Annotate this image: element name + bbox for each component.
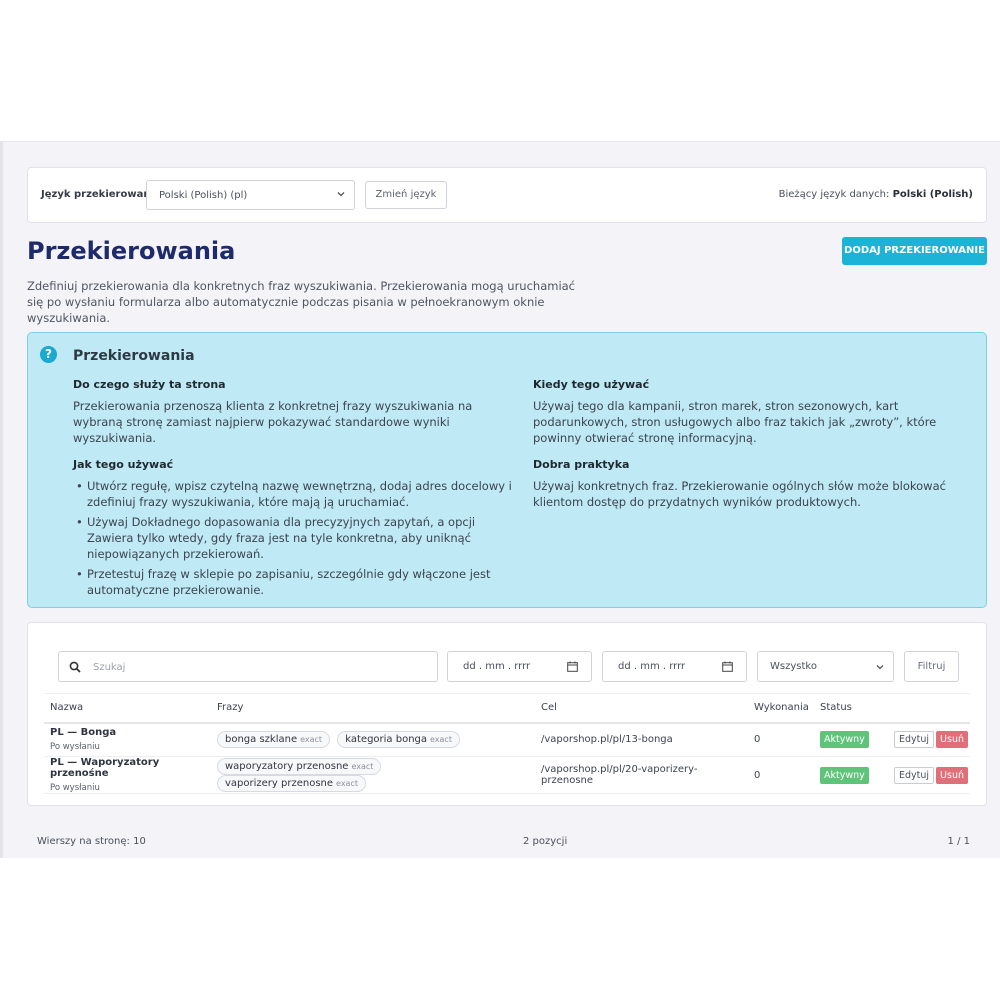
list-item: Używaj Dokładnego dopasowania dla precyz… bbox=[73, 514, 518, 562]
target-cell: /vaporshop.pl/pl/13-bonga bbox=[535, 722, 748, 757]
info-what-text: Przekierowania przenoszą klienta z konkr… bbox=[73, 399, 473, 445]
delete-button[interactable]: Usuń bbox=[936, 766, 968, 784]
column-header: Status bbox=[814, 693, 888, 724]
table-row: PL — Waporyzatory przenośne Po wysłaniu … bbox=[44, 756, 970, 794]
change-language-button[interactable]: Zmień język bbox=[365, 181, 447, 209]
phrases-cell: waporyzatory przenosne exact vaporizery p… bbox=[211, 756, 535, 794]
status-select-value: Wszystko bbox=[770, 661, 817, 672]
redirect-name: PL — Bonga bbox=[50, 727, 117, 739]
table-header-row: Nazwa Frazy Cel Wykonania Status bbox=[44, 693, 970, 724]
language-select-value: Polski (Polish) (pl) bbox=[159, 190, 248, 201]
date-to-value: dd . mm . rrrr bbox=[618, 661, 686, 672]
redirect-name: PL — Waporyzatory przenośne bbox=[50, 757, 160, 779]
executions-cell: 0 bbox=[748, 722, 814, 757]
current-language: Bieżący język danych: Polski (Polish) bbox=[779, 189, 973, 200]
date-from-value: dd . mm . rrrr bbox=[463, 661, 531, 672]
info-what: Do czego służy ta strona Przekierowania … bbox=[73, 377, 518, 446]
date-to-field[interactable]: dd . mm . rrrr bbox=[602, 651, 747, 682]
info-when: Kiedy tego używać Używaj tego dla kampan… bbox=[533, 377, 978, 446]
redirects-table-panel: dd . mm . rrrr dd . mm . rrrr Wszystko F… bbox=[27, 622, 987, 806]
page-intro: Zdefiniuj przekierowania dla konkretnych… bbox=[27, 279, 576, 325]
info-panel: ? Przekierowania Do czego służy ta stron… bbox=[27, 332, 987, 608]
info-when-text: Używaj tego dla kampanii, stron marek, s… bbox=[533, 399, 937, 445]
redirect-trigger: Po wysłaniu bbox=[50, 742, 100, 753]
page-title: Przekierowania bbox=[27, 237, 236, 265]
current-language-prefix: Bieżący język danych: bbox=[778, 189, 890, 200]
phrase-text: vaporizery przenosne bbox=[225, 778, 334, 789]
date-from-field[interactable]: dd . mm . rrrr bbox=[447, 651, 592, 682]
info-what-title: Do czego służy ta strona bbox=[73, 378, 226, 391]
status-cell: Aktywny bbox=[814, 756, 888, 794]
name-cell: PL — Waporyzatory przenośne Po wysłaniu bbox=[44, 756, 211, 794]
phrase-match: exact bbox=[300, 735, 323, 745]
current-language-value: Polski (Polish) bbox=[892, 189, 973, 200]
info-title: Przekierowania bbox=[73, 348, 195, 364]
edit-button[interactable]: Edytuj bbox=[894, 731, 935, 749]
phrase-chip: bonga szklane exact bbox=[217, 731, 331, 749]
column-header: Frazy bbox=[211, 693, 535, 724]
add-redirect-button[interactable]: DODAJ PRZEKIEROWANIE bbox=[842, 237, 987, 265]
info-how-list: Utwórz regułę, wpisz czytelną nazwę wewn… bbox=[73, 478, 518, 598]
info-best: Dobra praktyka Używaj konkretnych fraz. … bbox=[533, 457, 978, 510]
calendar-icon[interactable] bbox=[722, 661, 733, 672]
filter-button[interactable]: Filtruj bbox=[904, 651, 959, 682]
column-header bbox=[888, 693, 970, 724]
calendar-icon[interactable] bbox=[567, 661, 578, 672]
phrase-chip: waporyzatory przenosne exact bbox=[217, 758, 382, 775]
phrases-cell: bonga szklane exact kategoria bonga exact bbox=[211, 722, 535, 757]
phrase-match: exact bbox=[430, 735, 452, 745]
language-label: Język przekierowań bbox=[41, 189, 151, 200]
status-badge: Aktywny bbox=[820, 766, 869, 784]
app-content: Język przekierowań Polski (Polish) (pl) … bbox=[0, 141, 1000, 858]
name-cell: PL — Bonga Po wysłaniu bbox=[44, 722, 211, 757]
phrase-text: kategoria bonga bbox=[345, 734, 428, 746]
status-badge: Aktywny bbox=[820, 731, 869, 749]
help-icon: ? bbox=[40, 346, 57, 363]
edit-button[interactable]: Edytuj bbox=[894, 766, 935, 784]
phrase-match: exact bbox=[351, 762, 374, 771]
table-row: PL — Bonga Po wysłaniu bonga szklane exac… bbox=[44, 722, 970, 757]
item-count: 2 pozycji bbox=[523, 836, 568, 847]
info-how-title: Jak tego używać bbox=[73, 458, 174, 471]
target-cell: /vaporshop.pl/pl/20-vaporizery-przenosne bbox=[535, 756, 748, 794]
language-select[interactable]: Polski (Polish) (pl) bbox=[146, 180, 355, 210]
rows-per-page: Wierszy na stronę: 10 bbox=[37, 836, 146, 847]
status-select[interactable]: Wszystko bbox=[757, 651, 894, 682]
phrase-text: waporyzatory przenosne bbox=[225, 761, 349, 772]
info-how: Jak tego używać Utwórz regułę, wpisz czy… bbox=[73, 457, 518, 602]
info-when-title: Kiedy tego używać bbox=[533, 378, 650, 391]
status-cell: Aktywny bbox=[814, 722, 888, 757]
phrase-text: bonga szklane bbox=[225, 734, 298, 746]
executions-cell: 0 bbox=[748, 756, 814, 794]
info-best-text: Używaj konkretnych fraz. Przekierowanie … bbox=[533, 479, 946, 509]
actions-cell: Edytuj Usuń bbox=[888, 756, 970, 794]
phrase-chip: kategoria bonga exact bbox=[337, 731, 460, 749]
phrase-match: exact bbox=[336, 779, 358, 788]
chevron-down-icon bbox=[337, 192, 345, 197]
list-item: Utwórz regułę, wpisz czytelną nazwę wewn… bbox=[73, 478, 518, 510]
column-header: Nazwa bbox=[44, 693, 211, 724]
redirects-table: Nazwa Frazy Cel Wykonania Status PL — Bo… bbox=[44, 693, 970, 794]
pagination: 1 / 1 bbox=[947, 836, 970, 847]
column-header: Wykonania bbox=[748, 693, 814, 724]
column-header: Cel bbox=[535, 693, 748, 724]
phrase-chip: vaporizery przenosne exact bbox=[217, 775, 366, 792]
redirect-trigger: Po wysłaniu bbox=[50, 783, 100, 793]
language-bar: Język przekierowań Polski (Polish) (pl) … bbox=[27, 167, 987, 223]
list-item: Przetestuj frazę w sklepie po zapisaniu,… bbox=[73, 566, 518, 598]
search-input[interactable] bbox=[93, 658, 423, 676]
chevron-down-icon bbox=[876, 665, 884, 670]
actions-cell: Edytuj Usuń bbox=[888, 722, 970, 757]
search-box[interactable] bbox=[58, 651, 438, 682]
search-icon bbox=[69, 661, 81, 673]
info-best-title: Dobra praktyka bbox=[533, 458, 630, 471]
delete-button[interactable]: Usuń bbox=[936, 731, 968, 749]
